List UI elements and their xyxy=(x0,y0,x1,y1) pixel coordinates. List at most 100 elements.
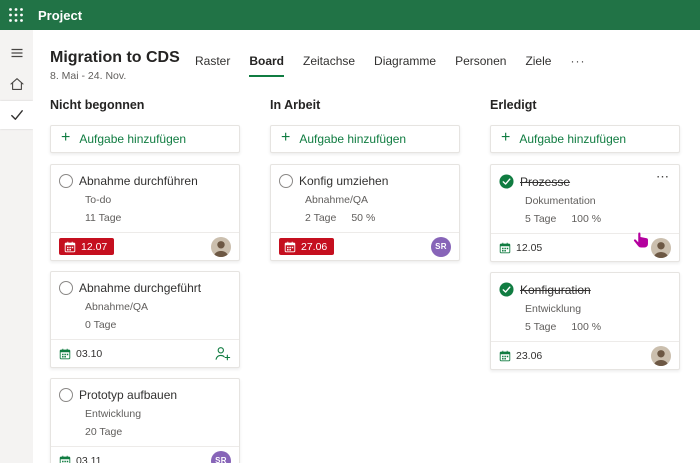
task-card[interactable]: ⋯ Prozesse Dokumentation 5 Tage 100 % 12… xyxy=(490,164,680,263)
app-title: Project xyxy=(38,7,83,23)
project-title: Migration to CDS xyxy=(50,49,180,66)
task-checkbox[interactable] xyxy=(279,174,293,189)
plus-icon: + xyxy=(61,129,71,147)
task-card[interactable]: Abnahme durchführen To-do 11 Tage 12.07 xyxy=(50,164,240,262)
task-checkbox[interactable] xyxy=(59,174,73,189)
tab-ziele[interactable]: Ziele xyxy=(525,54,551,77)
task-card[interactable]: Konfiguration Entwicklung 5 Tage 100 % 2… xyxy=(490,272,680,371)
hamburger-icon xyxy=(11,48,22,58)
calendar-icon xyxy=(59,348,71,359)
top-bar: Project xyxy=(0,0,700,30)
task-checkbox[interactable] xyxy=(59,388,73,403)
due-date-badge: 23.06 xyxy=(499,350,542,362)
task-card-footer: 12.05 xyxy=(491,233,679,261)
task-checkbox-done[interactable] xyxy=(499,282,514,297)
task-bucket: Dokumentation xyxy=(525,195,596,208)
project-date-range: 8. Mai - 24. Nov. xyxy=(50,70,127,83)
task-bucket: Abnahme/QA xyxy=(305,194,369,207)
plus-icon: + xyxy=(281,129,291,147)
check-circle-icon xyxy=(499,174,514,189)
due-date: 27.06 xyxy=(301,240,328,253)
due-date: 12.05 xyxy=(516,241,543,254)
assign-person-button[interactable] xyxy=(214,346,231,361)
title-block: Migration to CDS 8. Mai - 24. Nov. xyxy=(50,48,195,82)
due-date: 03.11 xyxy=(76,454,102,463)
main-content: Migration to CDS 8. Mai - 24. Nov. Raste… xyxy=(33,30,700,463)
task-card-footer: 03.11 SR xyxy=(51,446,239,463)
task-card-body: Konfig umziehen Abnahme/QA 2 Tage 50 % xyxy=(271,165,459,232)
task-bucket: Entwicklung xyxy=(85,408,142,421)
person-photo-icon xyxy=(651,345,671,366)
task-progress: 50 % xyxy=(351,212,376,225)
checkmark-icon xyxy=(10,110,23,120)
task-bucket: To-do xyxy=(85,194,112,207)
tab-personen[interactable]: Personen xyxy=(455,54,506,77)
column-title: Nicht begonnen xyxy=(50,98,145,113)
task-card-footer: 23.06 xyxy=(491,341,679,369)
task-card[interactable]: Prototyp aufbauen Entwicklung 20 Tage 03… xyxy=(50,378,240,463)
assignee-avatar[interactable] xyxy=(651,237,671,258)
task-card-footer: 12.07 xyxy=(51,232,239,260)
due-date-badge: 27.06 xyxy=(279,238,335,256)
add-task-label: Aufgabe hinzufügen xyxy=(299,132,407,147)
tab-board[interactable]: Board xyxy=(249,54,285,77)
app-launcher-button[interactable] xyxy=(0,0,32,30)
tab-raster[interactable]: Raster xyxy=(195,54,230,77)
page-header: Migration to CDS 8. Mai - 24. Nov. Raste… xyxy=(50,48,700,82)
due-date-badge: 12.07 xyxy=(59,238,115,256)
task-card[interactable]: Abnahme durchgeführt Abnahme/QA 0 Tage 0… xyxy=(50,271,240,369)
task-duration: 5 Tage xyxy=(525,321,557,334)
tab-zeitachse[interactable]: Zeitachse xyxy=(303,54,355,77)
task-card[interactable]: Konfig umziehen Abnahme/QA 2 Tage 50 % 2… xyxy=(270,164,460,262)
task-checkbox-done[interactable] xyxy=(499,174,514,189)
left-sidebar xyxy=(0,30,33,463)
calendar-icon xyxy=(499,350,511,361)
task-title: Konfig umziehen xyxy=(299,174,389,189)
task-duration: 11 Tage xyxy=(85,212,122,225)
task-bucket: Abnahme/QA xyxy=(85,301,149,314)
due-date: 12.07 xyxy=(81,240,108,253)
sidebar-home-button[interactable] xyxy=(0,70,33,98)
task-card-body: Abnahme durchführen To-do 11 Tage xyxy=(51,165,239,232)
assignee-avatar[interactable]: SR xyxy=(431,236,451,257)
task-card-body: Abnahme durchgeführt Abnahme/QA 0 Tage xyxy=(51,272,239,339)
task-progress: 100 % xyxy=(571,213,602,226)
column-title: Erledigt xyxy=(490,98,537,113)
task-progress: 100 % xyxy=(571,321,602,334)
column-title: In Arbeit xyxy=(270,98,321,113)
assignee-avatar[interactable]: SR xyxy=(211,450,231,463)
add-task-button[interactable]: + Aufgabe hinzufügen xyxy=(490,125,680,154)
task-checkbox[interactable] xyxy=(59,281,73,296)
board-column-erledigt: Erledigt + Aufgabe hinzufügen ⋯ Prozesse xyxy=(490,98,680,463)
person-add-icon xyxy=(215,347,231,361)
board-column-nicht-begonnen: Nicht begonnen + Aufgabe hinzufügen Abna… xyxy=(50,98,240,463)
tab-diagramme[interactable]: Diagramme xyxy=(374,54,436,77)
waffle-icon xyxy=(9,8,23,22)
calendar-icon xyxy=(59,455,71,463)
more-tabs-button[interactable]: ··· xyxy=(570,54,585,77)
sidebar-menu-button[interactable] xyxy=(0,39,33,67)
card-more-button[interactable]: ⋯ xyxy=(654,167,672,187)
sidebar-tasks-button[interactable] xyxy=(0,101,33,129)
calendar-icon xyxy=(499,242,511,253)
check-circle-icon xyxy=(499,282,514,297)
add-task-button[interactable]: + Aufgabe hinzufügen xyxy=(50,125,240,154)
task-title: Abnahme durchführen xyxy=(79,174,198,189)
calendar-icon xyxy=(64,241,76,252)
board-column-in-arbeit: In Arbeit + Aufgabe hinzufügen Konfig um… xyxy=(270,98,460,463)
task-duration: 5 Tage xyxy=(525,213,557,226)
due-date: 23.06 xyxy=(516,349,543,362)
add-task-button[interactable]: + Aufgabe hinzufügen xyxy=(270,125,460,154)
assignee-avatar[interactable] xyxy=(211,236,231,257)
person-photo-icon xyxy=(651,237,671,258)
task-card-footer: 27.06 SR xyxy=(271,232,459,260)
assignee-avatar[interactable] xyxy=(651,345,671,366)
due-date-badge: 12.05 xyxy=(499,242,542,254)
task-duration: 20 Tage xyxy=(85,426,123,439)
task-title: Abnahme durchgeführt xyxy=(79,281,202,296)
plus-icon: + xyxy=(501,129,511,147)
view-tabs: Raster Board Zeitachse Diagramme Persone… xyxy=(195,54,585,77)
task-card-body: Prototyp aufbauen Entwicklung 20 Tage xyxy=(51,379,239,446)
task-duration: 0 Tage xyxy=(85,319,117,332)
task-card-body: Prozesse Dokumentation 5 Tage 100 % xyxy=(491,165,679,233)
